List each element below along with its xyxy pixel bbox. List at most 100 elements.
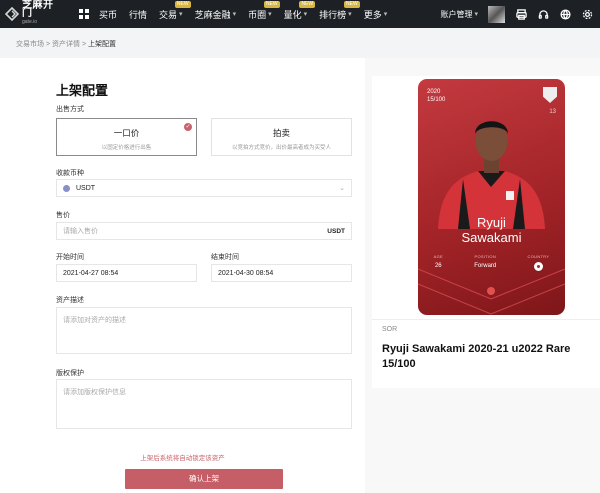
logo-sub-text: gate.io — [22, 19, 38, 25]
apps-grid-icon[interactable] — [79, 9, 89, 19]
nav-item-trade[interactable]: 交易 ▾ NEW — [159, 0, 191, 21]
copyright-textarea[interactable]: 请添加版权保护信息 — [56, 379, 352, 429]
start-time-value: 2021-04-27 08:54 — [63, 269, 119, 277]
nav-label: 币圈 — [248, 9, 267, 20]
nav-label: 更多 — [363, 9, 382, 20]
breadcrumb-separator: > — [45, 41, 51, 48]
divider — [372, 319, 600, 320]
stat-value: Forward — [474, 263, 497, 269]
printer-icon[interactable] — [515, 8, 527, 20]
price-input[interactable]: 请输入售价 USDT — [56, 222, 352, 240]
nav-label: 量化 — [283, 9, 302, 20]
nav-item-markets[interactable]: 行情 — [129, 8, 147, 21]
player-first-name: Ryuji — [477, 215, 506, 230]
currency-value: USDT — [76, 184, 96, 192]
player-name: Ryuji Sawakami — [418, 215, 565, 245]
description-textarea[interactable]: 请添加对资产的描述 — [56, 307, 352, 354]
price-currency-suffix: USDT — [327, 227, 345, 235]
nav-label: 交易 — [159, 9, 178, 20]
chevron-down-icon: ▾ — [268, 11, 272, 18]
option-title: 拍卖 — [272, 128, 290, 138]
top-navigation-bar: 芝麻开门 gate.io 买币 行情 交易 ▾ NEW 芝麻金融 ▾ 币圈 ▾ NEW 量… — [0, 0, 600, 28]
main-nav: 买币 行情 交易 ▾ NEW 芝麻金融 ▾ 币圈 ▾ NEW 量化 ▾ NEW 排行榜 ▾ NEW… — [99, 0, 399, 21]
new-badge: NEW — [344, 0, 360, 8]
nav-item-community[interactable]: 币圈 ▾ NEW — [248, 0, 280, 21]
price-placeholder: 请输入售价 — [63, 228, 98, 235]
breadcrumb-separator: > — [81, 41, 87, 48]
gear-icon[interactable] — [581, 8, 593, 20]
avatar[interactable] — [488, 5, 505, 23]
stat-label: AGE — [433, 254, 443, 259]
chevron-down-icon: ▾ — [474, 11, 478, 18]
breadcrumb-link-asset-detail[interactable]: 资产详情 — [52, 41, 80, 48]
breadcrumb-link-market[interactable]: 交易市场 — [16, 41, 44, 48]
asset-source: SOR — [382, 326, 398, 333]
price-label: 售价 — [56, 212, 70, 219]
description-label: 资产描述 — [56, 297, 84, 304]
logo-mark-icon — [4, 6, 20, 22]
listing-form: 上架配置 出售方式 ✓ 一口价 以固定价格进行出售 拍卖 以竞拍方式竞价，出价最… — [0, 58, 365, 493]
account-label: 账户管理 — [440, 9, 473, 19]
copyright-placeholder: 请添加版权保护信息 — [63, 389, 126, 396]
end-time-value: 2021-04-30 08:54 — [218, 269, 274, 277]
player-stats: AGE 26 POSITION Forward COUNTRY — [418, 254, 565, 271]
nav-label: 排行榜 — [319, 9, 347, 20]
chevron-down-icon: ▾ — [348, 11, 352, 18]
breadcrumb: 交易市场 > 资产详情 > 上架配置 — [16, 39, 116, 49]
card-year-serial: 2020 15/100 — [427, 88, 445, 104]
nav-item-rankings[interactable]: 排行榜 ▾ NEW — [319, 0, 360, 21]
nav-item-quant[interactable]: 量化 ▾ NEW — [283, 0, 316, 21]
stat-value: 26 — [434, 263, 442, 269]
breadcrumb-current: 上架配置 — [88, 41, 116, 48]
globe-icon[interactable] — [559, 8, 571, 20]
nav-item-buy-crypto[interactable]: 买币 — [99, 8, 117, 21]
start-time-label: 开始时间 — [56, 254, 84, 261]
stat-age: AGE 26 — [434, 254, 443, 271]
country-flag-icon — [533, 262, 543, 271]
card-year: 2020 — [427, 89, 441, 95]
confirm-listing-button[interactable]: 确认上架 — [125, 469, 283, 489]
end-time-input[interactable]: 2021-04-30 08:54 — [211, 264, 352, 282]
stat-country: COUNTRY — [528, 254, 550, 271]
nav-label: 行情 — [129, 9, 148, 20]
chevron-down-icon: ▾ — [383, 11, 388, 18]
chevron-down-icon: ▾ — [232, 11, 237, 18]
sale-type-fixed-price-option[interactable]: ✓ 一口价 以固定价格进行出售 — [56, 118, 197, 156]
logo-main-text: 芝麻开门 — [22, 0, 54, 19]
sale-type-auction-option[interactable]: 拍卖 以竞拍方式竞价，出价最高者成为买受人 — [211, 118, 352, 156]
chevron-down-icon: ▾ — [303, 11, 308, 18]
nav-label: 买币 — [99, 9, 118, 20]
usdt-coin-icon — [63, 184, 70, 192]
nav-item-more[interactable]: 更多 ▾ — [364, 8, 388, 21]
nav-item-finance[interactable]: 芝麻金融 ▾ — [195, 8, 237, 21]
nav-label: 芝麻金融 — [194, 9, 231, 20]
new-badge: NEW — [263, 0, 280, 8]
jersey-number: 13 — [549, 109, 556, 115]
account-menu[interactable]: 账户管理 ▾ — [440, 9, 478, 20]
currency-label: 收款币种 — [56, 170, 84, 177]
card-ball-icon — [487, 287, 495, 295]
player-card[interactable]: 2020 15/100 13 Ryuji Sawakami AGE 26 POS… — [418, 79, 565, 315]
description-placeholder: 请添加对资产的描述 — [63, 317, 126, 324]
start-time-input[interactable]: 2021-04-27 08:54 — [56, 264, 197, 282]
chevron-down-icon: ⌄ — [339, 185, 345, 192]
new-badge: NEW — [299, 0, 316, 8]
stat-label: COUNTRY — [527, 254, 550, 259]
asset-title: Ryuji Sawakami 2020-21 u2022 Rare 15/100 — [382, 343, 571, 370]
new-badge: NEW — [174, 0, 191, 8]
main-content: 上架配置 出售方式 ✓ 一口价 以固定价格进行出售 拍卖 以竞拍方式竞价，出价最… — [0, 58, 600, 493]
page-title: 上架配置 — [56, 83, 109, 98]
end-time-label: 结束时间 — [211, 254, 239, 261]
chevron-down-icon: ▾ — [179, 11, 183, 18]
currency-select[interactable]: USDT ⌄ — [56, 179, 352, 197]
card-serial: 15/100 — [427, 97, 446, 103]
lock-notice: 上架后系统将自动锁定该资产 — [140, 455, 225, 462]
option-subtitle: 以竞拍方式竞价，出价最高者成为买受人 — [231, 145, 331, 151]
headset-icon[interactable] — [537, 8, 549, 20]
logo[interactable]: 芝麻开门 gate.io — [4, 0, 63, 26]
stat-position: POSITION Forward — [474, 254, 496, 271]
checkmark-icon: ✓ — [184, 123, 192, 131]
player-last-name: Sawakami — [461, 230, 522, 245]
copyright-label: 版权保护 — [56, 370, 84, 377]
asset-preview-panel: 2020 15/100 13 Ryuji Sawakami AGE 26 POS… — [372, 76, 600, 388]
